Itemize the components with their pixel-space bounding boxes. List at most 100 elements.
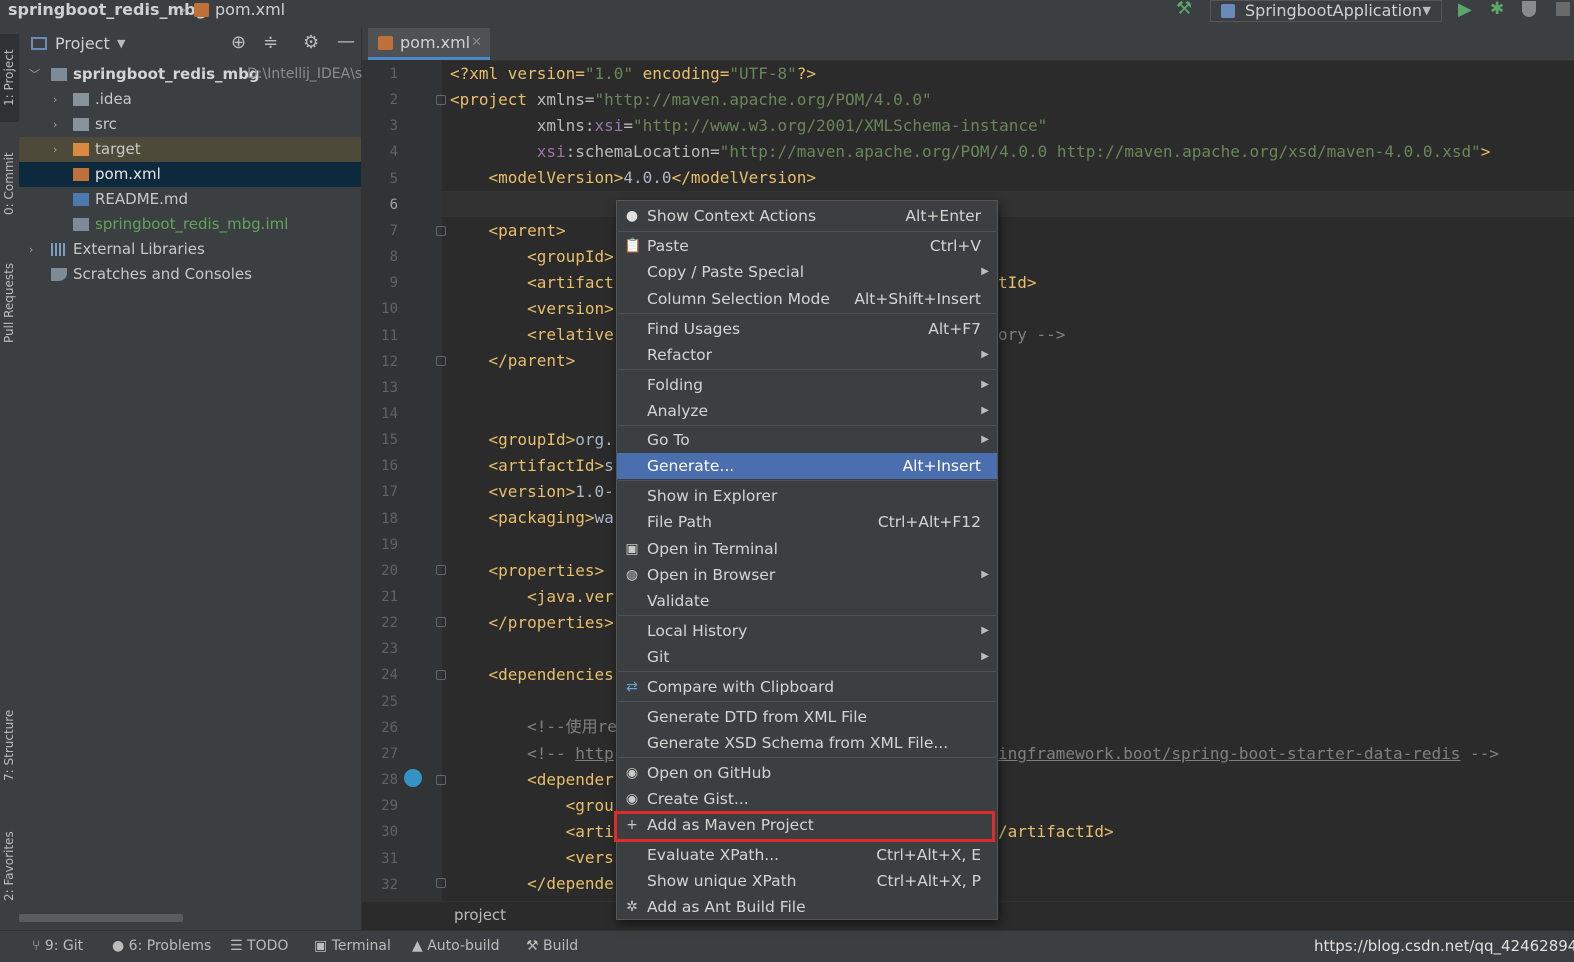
- tree-item-iml[interactable]: springboot_redis_mbg.iml: [19, 212, 361, 237]
- close-icon[interactable]: ✕: [471, 28, 482, 58]
- coverage-shield-icon[interactable]: [1522, 1, 1536, 17]
- breadcrumb-project-tag[interactable]: project: [454, 902, 506, 929]
- menu-item-column-selection-mode[interactable]: Column Selection Mode Alt+Shift+Insert: [617, 286, 997, 312]
- code-line-32[interactable]: </depende: [450, 871, 614, 897]
- project-view-title[interactable]: Project: [55, 28, 110, 60]
- fold-marker[interactable]: [436, 670, 446, 680]
- stop-icon[interactable]: [1556, 2, 1570, 16]
- code-line-17[interactable]: <version>1.0-: [450, 479, 614, 505]
- menu-item-find-usages[interactable]: Find Usages Alt+F7: [617, 316, 997, 342]
- tree-item-idea[interactable]: › .idea: [19, 87, 361, 112]
- minimize-icon[interactable]: —: [337, 31, 355, 52]
- code-line-5[interactable]: <modelVersion>4.0.0</modelVersion>: [450, 165, 817, 191]
- menu-item-validate[interactable]: Validate: [617, 588, 997, 614]
- tool-tab-favorites[interactable]: 2: Favorites: [0, 818, 19, 914]
- code-line-4[interactable]: xsi:schemaLocation="http://maven.apache.…: [450, 139, 1491, 165]
- code-line-30-tail[interactable]: /artifactId>: [998, 819, 1114, 845]
- code-line-8[interactable]: <groupId>: [450, 244, 614, 270]
- fold-marker[interactable]: [436, 878, 446, 888]
- code-line-22[interactable]: </properties>: [450, 610, 614, 636]
- code-line-2[interactable]: <project xmlns="http://maven.apache.org/…: [450, 87, 932, 113]
- tool-tab-project[interactable]: 1: Project: [0, 34, 19, 122]
- menu-item-generate-xsd[interactable]: Generate XSD Schema from XML File...: [617, 730, 997, 756]
- code-line-24[interactable]: <dependencies: [450, 662, 614, 688]
- fold-marker[interactable]: [436, 226, 446, 236]
- menu-item-open-in-terminal[interactable]: ▣ Open in Terminal: [617, 536, 997, 562]
- fold-marker[interactable]: [436, 775, 446, 785]
- debug-bug-icon[interactable]: ✱: [1490, 0, 1504, 19]
- git-tool-button[interactable]: ⑂ 9: Git: [32, 931, 83, 962]
- code-line-21[interactable]: <java.ver: [450, 584, 614, 610]
- menu-item-add-as-ant-build-file[interactable]: ✲ Add as Ant Build File: [617, 894, 997, 920]
- menu-item-go-to[interactable]: Go To ▶: [617, 427, 997, 453]
- menu-item-paste[interactable]: 📋 Paste Ctrl+V: [617, 233, 997, 259]
- tree-item-scratches[interactable]: Scratches and Consoles: [19, 262, 361, 287]
- menu-item-generate-dtd[interactable]: Generate DTD from XML File: [617, 704, 997, 730]
- gear-icon[interactable]: ⚙: [303, 32, 319, 53]
- todo-tool-button[interactable]: ☰ TODO: [230, 931, 288, 962]
- code-line-9[interactable]: <artifact: [450, 270, 614, 296]
- menu-item-compare-with-clipboard[interactable]: ⇄ Compare with Clipboard: [617, 674, 997, 700]
- code-line-11-tail[interactable]: ory -->: [998, 322, 1065, 348]
- menu-item-create-gist[interactable]: ◉ Create Gist...: [617, 786, 997, 812]
- tree-item-project-root[interactable]: ﹀ springboot_redis_mbg D:\Intellij_IDEA\…: [19, 62, 362, 87]
- tool-tab-pull-requests[interactable]: Pull Requests: [0, 248, 19, 358]
- tool-tab-commit[interactable]: 0: Commit: [0, 140, 19, 228]
- code-line-26[interactable]: <!--使用re: [450, 714, 617, 740]
- code-line-11[interactable]: <relative: [450, 322, 614, 348]
- code-line-1[interactable]: <?xml version="1.0" encoding="UTF-8"?>: [450, 61, 816, 87]
- run-configuration-select[interactable]: SpringbootApplication ▼: [1210, 0, 1442, 22]
- fold-marker[interactable]: [436, 565, 446, 575]
- menu-item-copy-paste-special[interactable]: Copy / Paste Special ▶: [617, 259, 997, 285]
- problems-tool-button[interactable]: ● 6: Problems: [112, 931, 211, 962]
- code-line-20[interactable]: <properties>: [450, 558, 605, 584]
- menu-item-refactor[interactable]: Refactor ▶: [617, 342, 997, 368]
- menu-item-generate[interactable]: Generate... Alt+Insert: [617, 453, 997, 479]
- code-line-16[interactable]: <artifactId>s: [450, 453, 614, 479]
- menu-item-show-in-explorer[interactable]: Show in Explorer: [617, 483, 997, 509]
- locate-crosshair-icon[interactable]: ⊕: [231, 32, 246, 53]
- chevron-down-icon[interactable]: ▼: [117, 28, 125, 60]
- terminal-tool-button[interactable]: ▣ Terminal: [314, 931, 391, 962]
- fold-marker[interactable]: [436, 617, 446, 627]
- build-tool-button[interactable]: ⚒ Build: [526, 931, 578, 962]
- code-line-12[interactable]: </parent>: [450, 348, 576, 374]
- menu-item-show-unique-xpath[interactable]: Show unique XPath Ctrl+Alt+X, P: [617, 868, 997, 894]
- code-line-9-tail[interactable]: tId>: [998, 270, 1037, 296]
- code-line-7[interactable]: <parent>: [450, 218, 566, 244]
- menu-item-show-context-actions[interactable]: ● Show Context Actions Alt+Enter: [617, 203, 997, 229]
- menu-item-local-history[interactable]: Local History ▶: [617, 618, 997, 644]
- code-line-3[interactable]: xmlns:xsi="http://www.w3.org/2001/XMLSch…: [450, 113, 1048, 139]
- horizontal-scrollbar[interactable]: [19, 914, 183, 922]
- tree-item-target[interactable]: › target: [19, 137, 361, 162]
- code-line-18[interactable]: <packaging>wa: [450, 505, 614, 531]
- menu-item-folding[interactable]: Folding ▶: [617, 372, 997, 398]
- menu-item-open-in-browser[interactable]: ◍ Open in Browser ▶: [617, 562, 997, 588]
- spring-dependency-icon[interactable]: [404, 769, 422, 787]
- tree-item-src[interactable]: › src: [19, 112, 361, 137]
- fold-marker[interactable]: [436, 356, 446, 366]
- menu-item-file-path[interactable]: File Path Ctrl+Alt+F12: [617, 509, 997, 535]
- code-line-30[interactable]: <arti: [450, 819, 614, 845]
- code-line-27-tail[interactable]: ingframework.boot/spring-boot-starter-da…: [998, 741, 1499, 767]
- menu-item-evaluate-xpath[interactable]: Evaluate XPath... Ctrl+Alt+X, E: [617, 842, 997, 868]
- tab-pom-xml[interactable]: pom.xml ✕: [368, 28, 490, 60]
- run-icon[interactable]: ▶: [1458, 0, 1472, 20]
- breadcrumb-file[interactable]: pom.xml: [215, 0, 285, 22]
- autobuild-tool-button[interactable]: ▲ Auto-build: [412, 931, 499, 962]
- code-line-28[interactable]: <depender: [450, 767, 614, 793]
- code-line-29[interactable]: <grou: [450, 793, 614, 819]
- code-line-27[interactable]: <!-- http: [450, 741, 614, 767]
- tree-item-external-libraries[interactable]: › External Libraries: [19, 237, 361, 262]
- breadcrumb-project[interactable]: springboot_redis_mbg: [8, 0, 207, 22]
- tool-tab-structure[interactable]: 7: Structure: [0, 696, 19, 794]
- menu-item-analyze[interactable]: Analyze ▶: [617, 398, 997, 424]
- code-line-10[interactable]: <version>: [450, 296, 614, 322]
- menu-item-open-on-github[interactable]: ◉ Open on GitHub: [617, 760, 997, 786]
- code-line-15[interactable]: <groupId>org.: [450, 427, 614, 453]
- tree-item-pom[interactable]: pom.xml: [19, 162, 361, 187]
- build-hammer-icon[interactable]: ⚒: [1176, 0, 1196, 20]
- collapse-all-icon[interactable]: ≑: [263, 32, 278, 53]
- tree-item-readme[interactable]: README.md: [19, 187, 361, 212]
- fold-marker[interactable]: [436, 95, 446, 105]
